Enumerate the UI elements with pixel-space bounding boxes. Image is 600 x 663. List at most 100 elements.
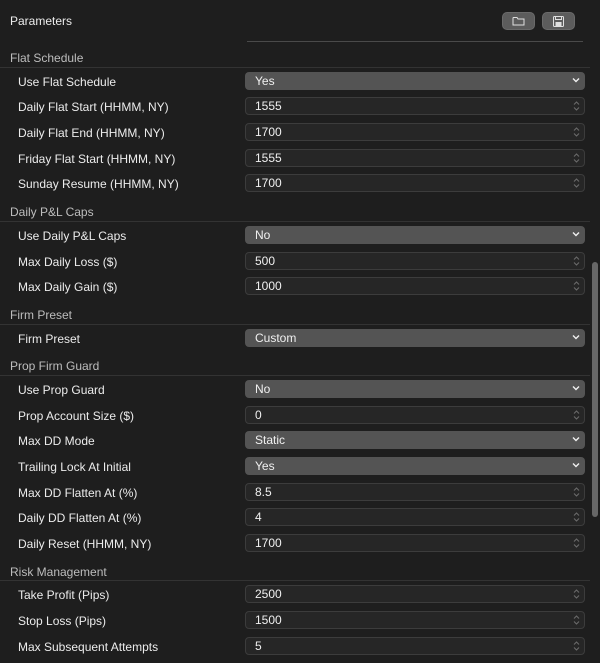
section-firm-preset: Firm Preset xyxy=(0,299,590,325)
param-label: Use Daily P&L Caps xyxy=(18,228,127,243)
param-value: 0 xyxy=(255,407,262,422)
stepper-icon xyxy=(573,512,580,523)
param-value: 1700 xyxy=(255,176,282,191)
param-row-use-flat-schedule: Use Flat Schedule Yes xyxy=(0,68,590,94)
param-row-daily-flat-end-hhmm-ny: Daily Flat End (HHMM, NY) 1700 xyxy=(0,119,590,145)
param-value: No xyxy=(255,227,271,242)
param-value: 1555 xyxy=(255,150,282,165)
param-value: 1555 xyxy=(255,99,282,114)
param-value: 5 xyxy=(255,638,262,653)
stepper-icon xyxy=(573,641,580,651)
section-title: Flat Schedule xyxy=(10,51,84,65)
stepper-icon xyxy=(573,153,580,163)
param-number-input[interactable]: 1555 xyxy=(245,148,585,167)
param-value: 2500 xyxy=(255,587,282,602)
param-row-friday-flat-start-hhmm-ny: Friday Flat Start (HHMM, NY) 1555 xyxy=(0,145,590,171)
folder-icon xyxy=(512,17,525,26)
param-value: Static xyxy=(255,433,286,448)
open-folder-button[interactable] xyxy=(502,12,535,30)
section-title: Firm Preset xyxy=(10,307,73,322)
param-value: Yes xyxy=(255,459,275,473)
param-number-input[interactable]: 1500 xyxy=(245,611,585,630)
stepper-icon xyxy=(573,127,580,137)
param-row-sunday-resume-hhmm-ny: Sunday Resume (HHMM, NY) 1700 xyxy=(0,170,590,196)
param-row-take-profit-pips: Take Profit (Pips) 2500 xyxy=(0,581,590,607)
param-row-use-prop-guard: Use Prop Guard No xyxy=(0,376,590,402)
param-number-input[interactable]: 8.5 xyxy=(245,482,585,501)
param-label: Daily Flat Start (HHMM, NY) xyxy=(18,100,169,115)
param-label: Max DD Flatten At (%) xyxy=(18,485,138,500)
param-value: No xyxy=(255,381,271,396)
param-number-input[interactable]: 2500 xyxy=(245,585,585,604)
param-label: Max Daily Gain ($) xyxy=(18,280,118,295)
param-label: Daily DD Flatten At (%) xyxy=(18,511,142,526)
section-risk-management: Risk Management xyxy=(0,556,590,582)
save-button[interactable] xyxy=(542,12,575,30)
param-label: Firm Preset xyxy=(18,331,81,346)
section-title: Risk Management xyxy=(10,564,107,579)
stepper-icon xyxy=(573,255,580,266)
param-label: Sunday Resume (HHMM, NY) xyxy=(18,177,179,192)
param-number-input[interactable]: 1700 xyxy=(245,534,585,553)
param-label: Max Subsequent Attempts xyxy=(18,639,159,654)
param-label: Trailing Lock At Initial xyxy=(18,460,131,474)
chevron-down-icon xyxy=(572,77,580,83)
param-row-firm-preset: Firm Preset Custom xyxy=(0,325,590,351)
param-value: 4 xyxy=(255,510,262,525)
stepper-icon xyxy=(573,538,580,548)
chevron-down-icon xyxy=(572,463,580,468)
param-number-input[interactable]: 1000 xyxy=(245,277,585,296)
param-row-use-daily-p-l-caps: Use Daily P&L Caps No xyxy=(0,222,590,248)
param-number-input[interactable]: 1700 xyxy=(245,174,585,193)
param-value: 1500 xyxy=(255,613,282,628)
param-select[interactable]: Static xyxy=(245,431,585,450)
stepper-icon xyxy=(573,409,580,420)
param-number-input[interactable]: 1700 xyxy=(245,123,585,142)
section-prop-firm-guard: Prop Firm Guard xyxy=(0,350,590,376)
param-label: Friday Flat Start (HHMM, NY) xyxy=(18,151,176,166)
param-select[interactable]: No xyxy=(245,379,585,398)
param-number-input[interactable]: 1555 xyxy=(245,97,585,116)
stepper-icon xyxy=(573,101,580,112)
param-label: Max DD Mode xyxy=(18,434,95,449)
param-select[interactable]: Custom xyxy=(245,328,585,347)
chevron-down-icon xyxy=(572,385,580,391)
param-select[interactable]: No xyxy=(245,225,585,244)
chevron-down-icon xyxy=(572,231,580,237)
save-icon xyxy=(553,15,564,27)
parameters-list[interactable]: Flat Schedule Use Flat Schedule Yes Daily F… xyxy=(0,42,590,663)
param-value: 500 xyxy=(255,253,276,268)
param-row-prop-account-size: Prop Account Size ($) 0 xyxy=(0,402,590,428)
scrollbar-thumb[interactable] xyxy=(592,262,598,517)
param-label: Use Prop Guard xyxy=(18,382,105,397)
param-row-max-daily-loss: Max Daily Loss ($) 500 xyxy=(0,248,590,274)
param-label: Stop Loss (Pips) xyxy=(18,614,107,629)
param-select[interactable]: Yes xyxy=(245,457,585,475)
panel-header: Parameters xyxy=(0,0,600,42)
stepper-icon xyxy=(573,589,580,600)
param-label: Prop Account Size ($) xyxy=(18,408,135,423)
param-row-max-dd-mode: Max DD Mode Static xyxy=(0,427,590,453)
param-value: Custom xyxy=(255,330,297,345)
chevron-down-icon xyxy=(572,334,580,340)
param-row-max-daily-gain: Max Daily Gain ($) 1000 xyxy=(0,273,590,299)
param-number-input[interactable]: 500 xyxy=(245,251,585,270)
param-label: Daily Reset (HHMM, NY) xyxy=(18,537,152,552)
param-value: Yes xyxy=(255,73,275,88)
panel-title: Parameters xyxy=(10,14,73,28)
stepper-icon xyxy=(573,178,580,189)
param-number-input[interactable]: 5 xyxy=(245,636,585,655)
param-value: 8.5 xyxy=(255,484,272,499)
param-number-input[interactable]: 4 xyxy=(245,508,585,527)
section-flat-schedule: Flat Schedule xyxy=(0,42,590,68)
section-daily-p-l-caps: Daily P&L Caps xyxy=(0,196,590,222)
param-row-max-subsequent-attempts: Max Subsequent Attempts 5 xyxy=(0,633,590,659)
stepper-icon xyxy=(573,615,580,625)
chevron-down-icon xyxy=(572,437,580,442)
param-select[interactable]: Yes xyxy=(245,71,585,90)
param-label: Take Profit (Pips) xyxy=(18,588,110,603)
param-row-daily-reset-hhmm-ny: Daily Reset (HHMM, NY) 1700 xyxy=(0,530,590,556)
param-label: Max Daily Loss ($) xyxy=(18,254,118,269)
param-row-max-dd-flatten-at: Max DD Flatten At (%) 8.5 xyxy=(0,479,590,505)
param-number-input[interactable]: 0 xyxy=(245,405,585,424)
